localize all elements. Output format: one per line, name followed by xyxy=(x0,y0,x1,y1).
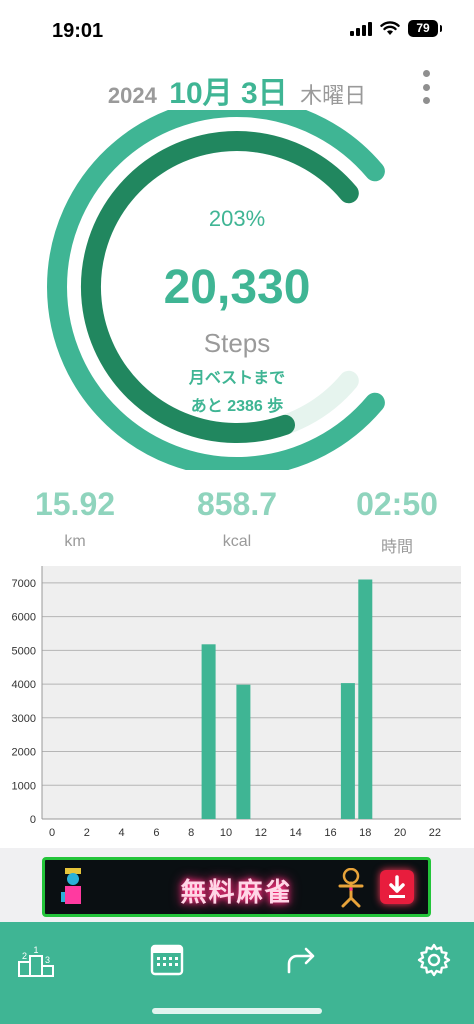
y-tick-label: 6000 xyxy=(12,612,36,624)
x-tick-label: 2 xyxy=(84,827,90,839)
x-tick-label: 22 xyxy=(429,827,441,839)
wifi-icon xyxy=(380,21,400,35)
svg-text:3: 3 xyxy=(45,955,50,965)
date-month-day[interactable]: 10月 3日 xyxy=(169,68,287,112)
x-tick-label: 12 xyxy=(255,827,267,839)
calories-value: 858.7 xyxy=(196,486,278,522)
y-tick-label: 3000 xyxy=(12,713,36,725)
x-tick-label: 0 xyxy=(49,827,55,839)
x-tick-label: 20 xyxy=(394,827,406,839)
download-icon xyxy=(380,870,414,904)
date-header: 2024 10月 3日 木曜日 xyxy=(0,68,474,110)
chart-bar xyxy=(340,683,355,819)
ad-title: 無料麻雀 xyxy=(180,877,293,907)
y-tick-label: 7000 xyxy=(12,578,36,590)
date-weekday: 木曜日 xyxy=(300,83,367,108)
goal-percent: 203% xyxy=(208,206,266,231)
y-tick-label: 1000 xyxy=(12,780,36,792)
chart-plot-area xyxy=(42,566,461,819)
gear-icon[interactable] xyxy=(414,940,454,980)
calories-unit: kcal xyxy=(222,533,252,550)
gingerbread-icon xyxy=(338,868,364,908)
x-tick-label: 16 xyxy=(324,827,336,839)
y-tick-label: 5000 xyxy=(12,645,36,657)
y-tick-label: 2000 xyxy=(12,747,36,759)
step-count: 20,330 xyxy=(163,261,311,314)
x-tick-label: 8 xyxy=(188,827,194,839)
chart-bar xyxy=(201,644,216,819)
battery-icon: 79 xyxy=(408,20,442,37)
calendar-icon[interactable] xyxy=(147,940,187,980)
home-indicator xyxy=(152,1008,322,1014)
x-tick-label: 4 xyxy=(119,827,125,839)
duration-unit: 時間 xyxy=(380,539,413,556)
duration-metric: 02:50 時間 xyxy=(317,486,474,557)
ad-banner[interactable]: 無料麻雀 xyxy=(42,857,431,917)
y-tick-label: 4000 xyxy=(12,679,36,691)
date-year: 2024 xyxy=(107,83,157,108)
distance-metric: 15.92 km xyxy=(0,486,155,551)
x-tick-label: 14 xyxy=(290,827,302,839)
metrics-row: 15.92 km 858.7 kcal 02:50 時間 xyxy=(0,486,474,560)
share-arrow-icon[interactable] xyxy=(281,940,321,980)
y-tick-label: 0 xyxy=(30,814,36,826)
x-tick-label: 10 xyxy=(220,827,232,839)
svg-text:1: 1 xyxy=(33,945,38,955)
calories-metric: 858.7 kcal xyxy=(157,486,317,551)
status-bar: 19:01 79 xyxy=(0,0,474,62)
x-tick-label: 18 xyxy=(359,827,371,839)
cellular-signal-icon xyxy=(350,21,372,36)
remaining-steps-message: あと 2386 歩 xyxy=(190,398,284,415)
podium-icon[interactable]: 2 1 3 xyxy=(16,940,56,980)
distance-value: 15.92 xyxy=(34,486,116,522)
status-time: 19:01 xyxy=(52,20,104,42)
x-tick-label: 6 xyxy=(153,827,159,839)
status-icons: 79 xyxy=(350,20,442,37)
duration-value: 02:50 xyxy=(356,486,438,522)
distance-unit: km xyxy=(64,533,86,550)
hourly-steps-chart: 0 1000 2000 3000 4000 5000 6000 7000 0 2 4 6 8 10 12 14… xyxy=(12,566,461,839)
monthly-best-message: 月ベストまで xyxy=(188,370,286,387)
step-unit: Steps xyxy=(203,328,271,358)
chart-bar xyxy=(358,579,373,819)
more-vertical-icon[interactable] xyxy=(416,70,436,104)
svg-text:2: 2 xyxy=(22,951,27,961)
chart-bar xyxy=(236,684,251,819)
